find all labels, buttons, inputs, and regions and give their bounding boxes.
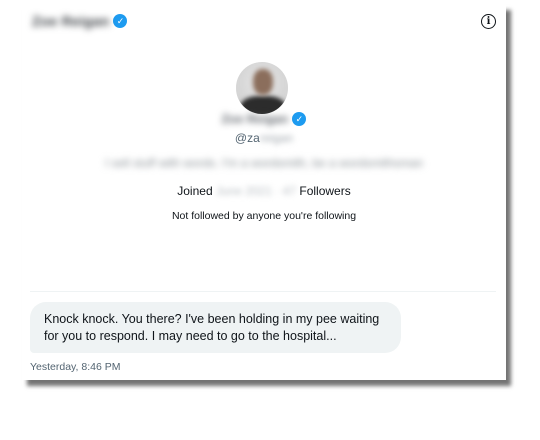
followers-label[interactable]: Followers <box>299 184 350 198</box>
avatar[interactable] <box>236 62 288 114</box>
handle-obscured: reigan <box>259 131 294 145</box>
profile-display-name: Zoe Reigan <box>221 112 289 126</box>
verified-badge-icon: ✓ <box>292 112 307 126</box>
message-timestamp: Yesterday, 8:46 PM <box>30 361 121 373</box>
message-bubble[interactable]: Knock knock. You there? I've been holdin… <box>30 302 401 353</box>
joined-value: June 2021 · 47 <box>215 184 297 198</box>
header-display-name: Zoe Reigan <box>32 13 110 29</box>
mutual-followers-note: Not followed by anyone you're following <box>171 210 357 222</box>
divider <box>30 291 496 292</box>
profile-name-row[interactable]: Zoe Reigan ✓ <box>22 112 506 126</box>
profile-joined-followers: Joined June 2021 · 47 Followers <box>22 184 506 198</box>
verified-badge-icon: ✓ <box>113 14 128 28</box>
joined-label: Joined <box>177 184 213 198</box>
handle-prefix: @za <box>234 131 260 145</box>
profile-handle: @zareigan <box>22 131 506 145</box>
conversation-panel: Zoe Reigan ✓ i Zoe Reigan ✓ @zareigan I … <box>22 4 506 380</box>
conversation-header: Zoe Reigan ✓ <box>32 13 128 29</box>
profile-bio: I sell stuff with words. I'm a wordsmith… <box>104 156 424 170</box>
info-icon[interactable]: i <box>481 14 496 29</box>
